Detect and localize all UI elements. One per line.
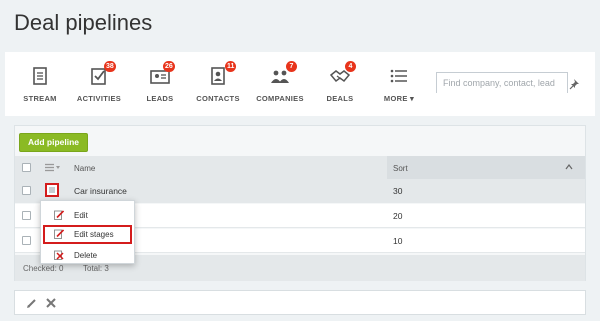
menu-item-label: Delete: [74, 251, 98, 260]
menu-item-label: Edit: [74, 211, 88, 220]
contacts-icon: [211, 67, 225, 85]
nav-label: ACTIVITIES: [76, 94, 122, 103]
edit-icon: [54, 210, 64, 220]
nav-label: MORE ▾: [383, 94, 415, 103]
contacts-badge: 11: [225, 61, 237, 72]
search-input[interactable]: [437, 73, 567, 93]
menu-item-delete[interactable]: Delete: [43, 246, 132, 263]
nav-label: DEALS: [326, 94, 354, 103]
leads-badge: 26: [163, 61, 175, 72]
activities-badge: 38: [104, 61, 116, 72]
menu-item-label: Edit stages: [74, 230, 114, 239]
pencil-icon[interactable]: [27, 298, 37, 308]
page-title: Deal pipelines: [14, 10, 153, 35]
close-icon[interactable]: [46, 298, 56, 308]
pin-icon[interactable]: [569, 78, 581, 90]
select-all-checkbox[interactable]: [22, 163, 31, 172]
nav-item-companies[interactable]: 7 COMPANIES: [255, 52, 305, 116]
nav-item-leads[interactable]: 26 LEADS: [140, 52, 180, 116]
column-header-sort[interactable]: Sort: [387, 156, 585, 179]
menu-item-edit-stages[interactable]: Edit stages: [43, 225, 132, 244]
search-box: [436, 72, 568, 93]
nav-item-more[interactable]: MORE ▾: [381, 52, 417, 116]
column-settings-icon[interactable]: [45, 163, 61, 172]
deals-badge: 4: [345, 61, 356, 72]
stream-icon: [33, 67, 47, 85]
menu-item-edit[interactable]: Edit: [43, 206, 132, 223]
nav-item-stream[interactable]: STREAM: [19, 52, 61, 116]
chevron-up-icon: [565, 164, 573, 170]
nav-label: LEADS: [146, 94, 174, 103]
column-header-sort-label: Sort: [393, 164, 408, 173]
nav-label: STREAM: [23, 94, 57, 103]
nav-label: COMPANIES: [256, 94, 304, 103]
cell-sort: 10: [393, 236, 403, 246]
nav-label: CONTACTS: [196, 94, 240, 103]
row-checkbox[interactable]: [22, 236, 31, 245]
total-count: Total: 3: [83, 264, 109, 273]
companies-badge: 7: [286, 61, 297, 72]
row-actions-button[interactable]: [45, 183, 59, 197]
delete-icon: [54, 250, 64, 260]
action-bar: [14, 290, 586, 315]
nav-item-activities[interactable]: 38 ACTIVITIES: [75, 52, 123, 116]
crm-toolbar: STREAM 38 ACTIVITIES 26 LEADS 11 CONTACT…: [5, 52, 595, 116]
nav-item-deals[interactable]: 4 DEALS: [320, 52, 360, 116]
add-pipeline-button[interactable]: Add pipeline: [19, 133, 88, 152]
column-header-name[interactable]: Name: [74, 164, 95, 173]
edit-stages-icon: [54, 229, 64, 239]
cell-sort: 20: [393, 211, 403, 221]
cell-sort: 30: [393, 186, 403, 196]
row-checkbox[interactable]: [22, 211, 31, 220]
checked-count: Checked: 0: [23, 264, 64, 273]
row-context-menu: Edit Edit stages Delete: [40, 200, 135, 264]
list-icon: [390, 69, 407, 83]
row-checkbox[interactable]: [22, 186, 31, 195]
table-header: Name Sort: [15, 156, 585, 179]
cell-name: Car insurance: [74, 186, 127, 196]
nav-item-contacts[interactable]: 11 CONTACTS: [195, 52, 241, 116]
